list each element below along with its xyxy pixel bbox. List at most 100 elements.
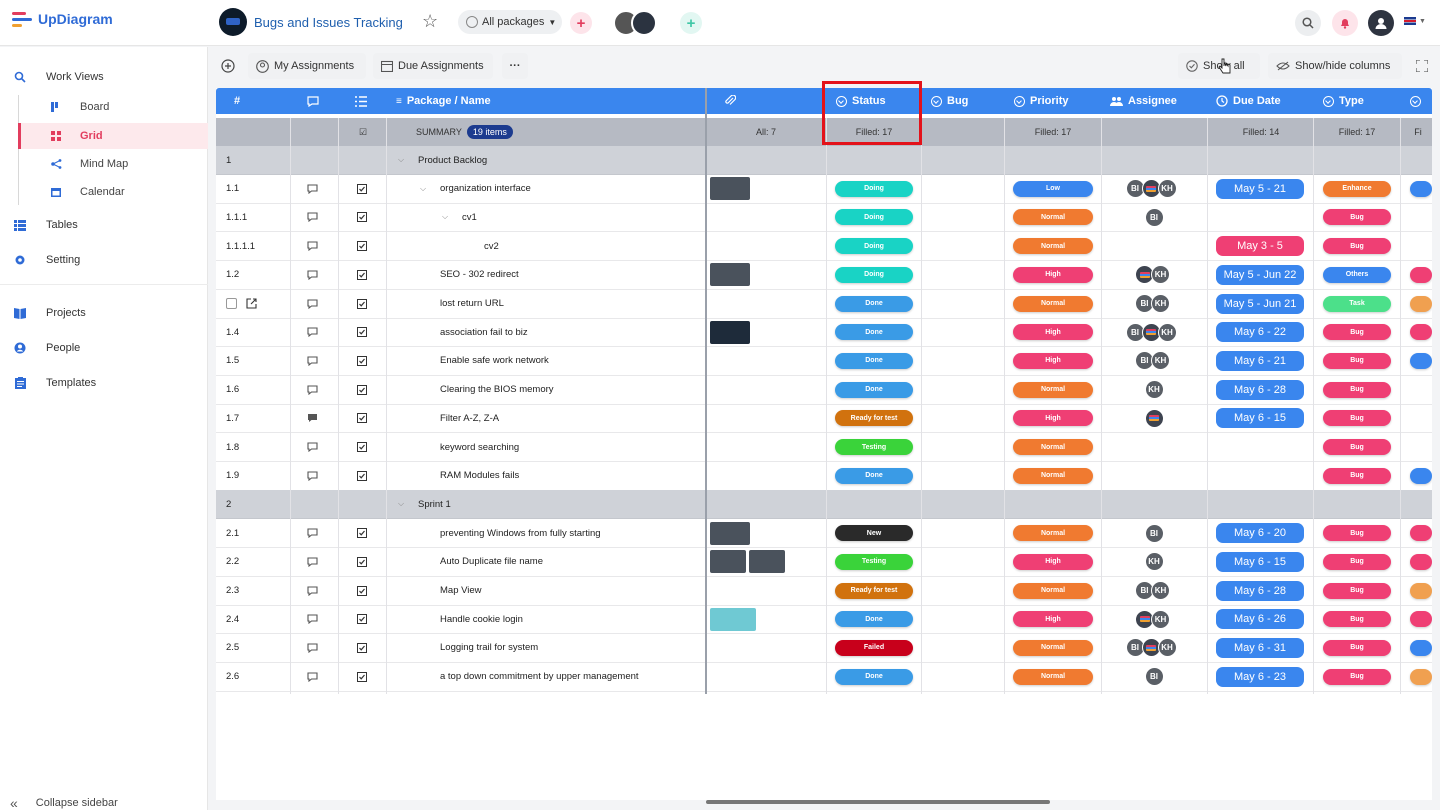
app-logo[interactable]: UpDiagram [12, 11, 113, 27]
item-name[interactable]: lost return URL [440, 290, 504, 318]
status-cell[interactable]: Done [835, 318, 913, 346]
status-cell[interactable]: Doing [835, 203, 913, 231]
row-select-checkbox[interactable] [226, 290, 237, 318]
extra-cell[interactable] [1410, 347, 1432, 375]
attachment-thumbnail[interactable] [710, 607, 756, 631]
package-select[interactable]: All packages ▼ [458, 10, 562, 34]
comment-icon[interactable] [307, 605, 318, 633]
collapse-sidebar-button[interactable]: « Collapse sidebar [10, 795, 118, 810]
table-row[interactable]: 1.1 ⌵ organization interface Doing Low BI KH Ma… [216, 175, 1432, 204]
chevron-down-icon[interactable]: ⌵ [398, 146, 412, 174]
status-cell[interactable]: Done [835, 347, 913, 375]
priority-cell[interactable]: Normal [1013, 663, 1093, 691]
checklist-icon[interactable] [357, 261, 367, 289]
attachment-thumbnail[interactable] [749, 550, 785, 574]
comment-column-icon[interactable] [307, 88, 319, 114]
comment-icon[interactable] [307, 577, 318, 605]
table-row[interactable]: 2.1 preventing Windows from fully startin… [216, 519, 1432, 549]
item-name[interactable]: association fail to biz [440, 318, 528, 346]
type-cell[interactable]: Bug [1323, 663, 1391, 691]
col-header-bug[interactable]: Bug [931, 88, 968, 114]
attachment-thumbnail[interactable] [710, 320, 750, 344]
assignee-cell[interactable]: BI KH [1135, 347, 1170, 375]
comment-icon[interactable] [307, 175, 318, 203]
extra-cell[interactable] [1410, 175, 1432, 203]
priority-cell[interactable]: Normal [1013, 203, 1093, 231]
type-cell[interactable]: Bug [1323, 433, 1391, 461]
status-cell[interactable]: Ready for test [835, 404, 913, 432]
item-name[interactable]: Handle cookie login [440, 605, 523, 633]
attachment-thumbnail[interactable] [710, 521, 750, 545]
open-edit-icon[interactable] [246, 290, 257, 318]
extra-cell[interactable] [1410, 290, 1432, 318]
table-row[interactable]: 1.2 SEO - 302 redirect Doing High KH May 5 - … [216, 261, 1432, 290]
view-board[interactable]: Board [18, 94, 208, 120]
extra-cell[interactable] [1410, 663, 1432, 691]
col-header-assignee[interactable]: Assignee [1110, 88, 1177, 114]
checklist-icon[interactable] [357, 203, 367, 231]
due-date-cell[interactable]: May 6 - 15 [1216, 548, 1304, 576]
due-assignments-button[interactable]: Due Assignments [373, 53, 493, 79]
extra-cell[interactable] [1410, 318, 1432, 346]
comment-icon[interactable] [307, 290, 318, 318]
checklist-icon[interactable] [357, 634, 367, 662]
type-cell[interactable]: Bug [1323, 548, 1391, 576]
search-button[interactable] [1295, 10, 1321, 36]
checklist-icon[interactable] [357, 519, 367, 547]
comment-icon[interactable] [307, 318, 318, 346]
col-header-type[interactable]: Type [1323, 88, 1364, 114]
assignee-cell[interactable]: KH [1144, 548, 1164, 576]
language-selector[interactable]: ▼ [1404, 17, 1426, 25]
type-cell[interactable]: Bug [1323, 203, 1391, 231]
comment-icon[interactable] [307, 462, 318, 490]
due-date-cell[interactable]: May 6 - 28 [1216, 577, 1304, 605]
view-mind-map[interactable]: Mind Map [18, 151, 208, 177]
extra-cell[interactable] [1410, 634, 1432, 662]
checklist-icon[interactable] [357, 462, 367, 490]
extra-cell[interactable] [1410, 548, 1432, 576]
status-cell[interactable]: Doing [835, 175, 913, 203]
status-cell[interactable]: Done [835, 605, 913, 633]
table-row[interactable]: 1.1.1 ⌵ cv1 Doing Normal BI Bug [216, 203, 1432, 233]
priority-cell[interactable]: High [1013, 318, 1093, 346]
priority-cell[interactable]: Normal [1013, 232, 1093, 260]
status-cell[interactable]: Doing [835, 261, 913, 289]
type-cell[interactable]: Bug [1323, 376, 1391, 404]
table-row[interactable]: 1.7 Filter A-Z, Z-A Ready for test High May … [216, 404, 1432, 434]
assignee-cell[interactable]: BI KH [1125, 175, 1177, 203]
group-name[interactable]: Product Backlog [418, 146, 487, 174]
nav-setting[interactable]: Setting [0, 252, 208, 268]
status-cell[interactable]: Testing [835, 548, 913, 576]
priority-cell[interactable]: High [1013, 261, 1093, 289]
extra-cell[interactable] [1410, 605, 1432, 633]
add-member-button[interactable]: + [680, 12, 702, 34]
type-cell[interactable]: Bug [1323, 577, 1391, 605]
assignee-cell[interactable]: BI KH [1135, 290, 1170, 318]
comment-icon[interactable] [307, 376, 318, 404]
table-row[interactable]: 1.6 Clearing the BIOS memory Done Normal KH M… [216, 376, 1432, 405]
table-row[interactable]: 2.5 Logging trail for system Failed Normal B… [216, 634, 1432, 663]
priority-cell[interactable]: Normal [1013, 462, 1093, 490]
due-date-cell[interactable]: May 6 - 28 [1216, 376, 1304, 404]
assignee-cell[interactable] [1144, 404, 1164, 432]
table-row[interactable]: lost return URL Done Normal BI KH May 5 - Jun… [216, 290, 1432, 319]
horizontal-scrollbar[interactable] [706, 800, 1050, 804]
priority-cell[interactable]: Normal [1013, 577, 1093, 605]
nav-templates[interactable]: Templates [0, 375, 208, 391]
type-cell[interactable]: Bug [1323, 605, 1391, 633]
assignee-cell[interactable]: BI KH [1125, 634, 1177, 662]
chevron-down-icon[interactable]: ⌵ [398, 490, 412, 518]
add-row-button[interactable] [215, 53, 241, 79]
col-header-priority[interactable]: Priority [1014, 88, 1069, 114]
members-avatars[interactable] [613, 10, 657, 36]
extra-cell[interactable] [1410, 261, 1432, 289]
view-calendar[interactable]: Calendar [18, 179, 208, 205]
assignee-cell[interactable]: BI [1144, 519, 1164, 547]
fullscreen-icon[interactable] [1415, 59, 1429, 77]
workspace-title[interactable]: Bugs and Issues Tracking [254, 15, 403, 30]
type-cell[interactable]: Bug [1323, 634, 1391, 662]
comment-icon[interactable] [307, 634, 318, 662]
view-grid[interactable]: Grid [18, 123, 208, 149]
priority-cell[interactable]: High [1013, 548, 1093, 576]
priority-cell[interactable]: Normal [1013, 433, 1093, 461]
